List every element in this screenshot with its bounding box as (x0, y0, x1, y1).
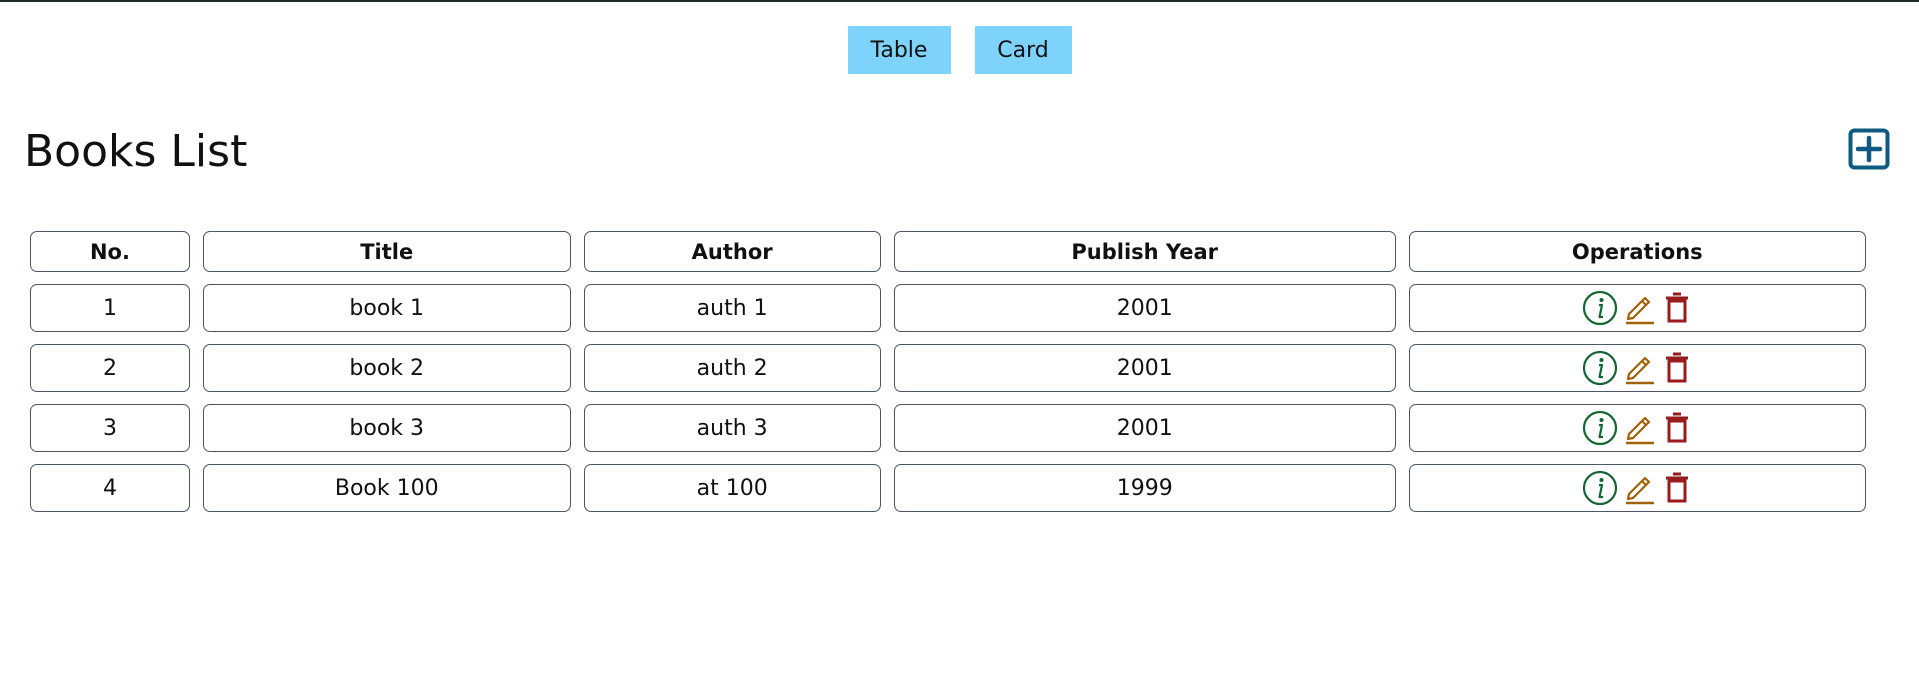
table-row: 4 Book 100 at 100 1999 (30, 464, 1866, 512)
info-circle-icon[interactable] (1582, 350, 1618, 386)
cell-operations (1408, 284, 1866, 332)
header-publish-year: Publish Year (893, 231, 1396, 272)
header-title: Title (202, 231, 571, 272)
cell-publish-year: 2001 (893, 284, 1396, 332)
trash-icon[interactable] (1662, 350, 1692, 386)
top-border (0, 0, 1919, 2)
info-circle-icon[interactable] (1582, 470, 1618, 506)
plus-square-icon (1848, 128, 1890, 170)
trash-icon[interactable] (1662, 290, 1692, 326)
header-no: No. (30, 231, 190, 272)
table-row: 1 book 1 auth 1 2001 (30, 284, 1866, 332)
cell-operations (1408, 464, 1866, 512)
cell-author: auth 3 (583, 404, 881, 452)
page-title: Books List (24, 126, 248, 177)
header-author: Author (583, 231, 881, 272)
table-view-button[interactable]: Table (847, 26, 951, 74)
cell-title: book 1 (202, 284, 571, 332)
header-operations: Operations (1408, 231, 1866, 272)
cell-author: at 100 (583, 464, 881, 512)
table-row: 2 book 2 auth 2 2001 (30, 344, 1866, 392)
cell-title: book 2 (202, 344, 571, 392)
pencil-edit-icon[interactable] (1624, 410, 1656, 446)
cell-no: 2 (30, 344, 190, 392)
pencil-edit-icon[interactable] (1624, 470, 1656, 506)
table-header-row: No. Title Author Publish Year Operations (30, 231, 1866, 272)
pencil-edit-icon[interactable] (1624, 350, 1656, 386)
table-row: 3 book 3 auth 3 2001 (30, 404, 1866, 452)
trash-icon[interactable] (1662, 410, 1692, 446)
cell-title: Book 100 (202, 464, 571, 512)
cell-operations (1408, 344, 1866, 392)
pencil-edit-icon[interactable] (1624, 290, 1656, 326)
cell-no: 4 (30, 464, 190, 512)
books-table: No. Title Author Publish Year Operations… (17, 219, 1879, 524)
cell-author: auth 2 (583, 344, 881, 392)
trash-icon[interactable] (1662, 470, 1692, 506)
cell-no: 3 (30, 404, 190, 452)
cell-author: auth 1 (583, 284, 881, 332)
info-circle-icon[interactable] (1582, 410, 1618, 446)
cell-publish-year: 1999 (893, 464, 1396, 512)
add-book-button[interactable] (1848, 128, 1890, 170)
card-view-button[interactable]: Card (974, 26, 1072, 74)
view-toggle: Table Card (0, 26, 1919, 74)
cell-publish-year: 2001 (893, 404, 1396, 452)
cell-title: book 3 (202, 404, 571, 452)
cell-publish-year: 2001 (893, 344, 1396, 392)
cell-no: 1 (30, 284, 190, 332)
cell-operations (1408, 404, 1866, 452)
info-circle-icon[interactable] (1582, 290, 1618, 326)
